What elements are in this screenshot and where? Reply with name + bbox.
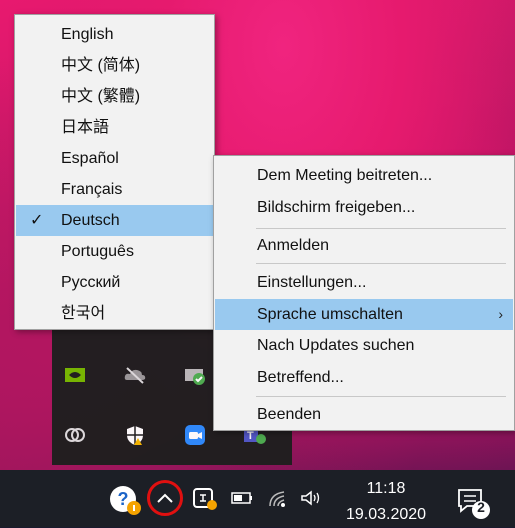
- help-icon[interactable]: ?: [108, 483, 142, 517]
- language-item-japanese[interactable]: 日本語: [16, 112, 213, 143]
- menu-label: Anmelden: [257, 237, 330, 254]
- language-label: 中文 (简体): [61, 57, 141, 74]
- menu-item-sign-in[interactable]: Anmelden: [215, 230, 513, 261]
- menu-item-switch-language[interactable]: Sprache umschalten ›: [215, 299, 513, 330]
- battery-icon[interactable]: [230, 488, 254, 508]
- svg-text:?: ?: [118, 489, 129, 509]
- clock-date: 19.03.2020: [345, 506, 427, 523]
- menu-separator: [256, 396, 506, 397]
- svg-text:T: T: [247, 430, 254, 442]
- clock-time: 11:18: [366, 480, 406, 497]
- volume-icon[interactable]: [298, 486, 324, 510]
- menu-label: Nach Updates suchen: [257, 337, 415, 354]
- sync-icon[interactable]: [182, 362, 208, 388]
- language-label: Deutsch: [61, 212, 120, 229]
- menu-item-quit[interactable]: Beenden: [215, 399, 513, 430]
- taskbar-clock[interactable]: 11:18 19.03.2020: [334, 476, 438, 528]
- language-item-portuguese[interactable]: Português: [16, 236, 213, 267]
- menu-separator: [256, 263, 506, 264]
- language-label: Français: [61, 181, 123, 198]
- app-context-menu: Dem Meeting beitreten... Bildschirm frei…: [213, 155, 515, 431]
- menu-item-join-meeting[interactable]: Dem Meeting beitreten...: [215, 160, 513, 191]
- chevron-up-icon[interactable]: [151, 484, 179, 512]
- notification-count: 2: [477, 499, 485, 515]
- security-icon[interactable]: [122, 422, 148, 448]
- creative-cloud-icon[interactable]: [62, 422, 88, 448]
- language-label: Português: [61, 243, 134, 260]
- menu-label: Betreffend...: [257, 369, 344, 386]
- menu-item-share-screen[interactable]: Bildschirm freigeben...: [215, 192, 513, 223]
- wifi-icon[interactable]: [266, 486, 290, 510]
- chevron-right-icon: ›: [498, 306, 503, 322]
- nvidia-icon[interactable]: [62, 362, 88, 388]
- language-item-english[interactable]: English: [16, 19, 213, 50]
- onedrive-icon[interactable]: [122, 362, 148, 388]
- menu-item-settings[interactable]: Einstellungen...: [215, 267, 513, 298]
- menu-item-check-updates[interactable]: Nach Updates suchen: [215, 330, 513, 361]
- language-label: Русский: [61, 274, 121, 291]
- language-item-chinese-simplified[interactable]: 中文 (简体): [16, 50, 213, 81]
- menu-label: Einstellungen...: [257, 274, 367, 291]
- meeting-tray-icon[interactable]: [190, 484, 218, 512]
- language-item-german[interactable]: ✓ Deutsch: [16, 205, 213, 236]
- menu-label: Dem Meeting beitreten...: [257, 167, 433, 184]
- language-label: 日本語: [61, 119, 110, 136]
- language-label: 中文 (繁體): [61, 88, 141, 105]
- notification-icon[interactable]: 2: [453, 482, 493, 522]
- language-label: 한국어: [61, 305, 106, 322]
- language-item-spanish[interactable]: Español: [16, 143, 213, 174]
- menu-item-about[interactable]: Betreffend...: [215, 362, 513, 393]
- language-item-french[interactable]: Français: [16, 174, 213, 205]
- language-label: Español: [61, 150, 119, 167]
- menu-label: Beenden: [257, 406, 322, 423]
- menu-separator: [256, 228, 506, 229]
- checkmark-icon: ✓: [30, 212, 44, 229]
- zoom-icon[interactable]: [182, 422, 208, 448]
- language-submenu: English 中文 (简体) 中文 (繁體) 日本語 Español Fran…: [14, 14, 215, 330]
- language-label: English: [61, 26, 114, 43]
- language-item-russian[interactable]: Русский: [16, 267, 213, 298]
- menu-label: Sprache umschalten: [257, 306, 403, 323]
- language-item-chinese-traditional[interactable]: 中文 (繁體): [16, 81, 213, 112]
- menu-label: Bildschirm freigeben...: [257, 199, 416, 216]
- language-item-korean[interactable]: 한국어: [16, 298, 213, 329]
